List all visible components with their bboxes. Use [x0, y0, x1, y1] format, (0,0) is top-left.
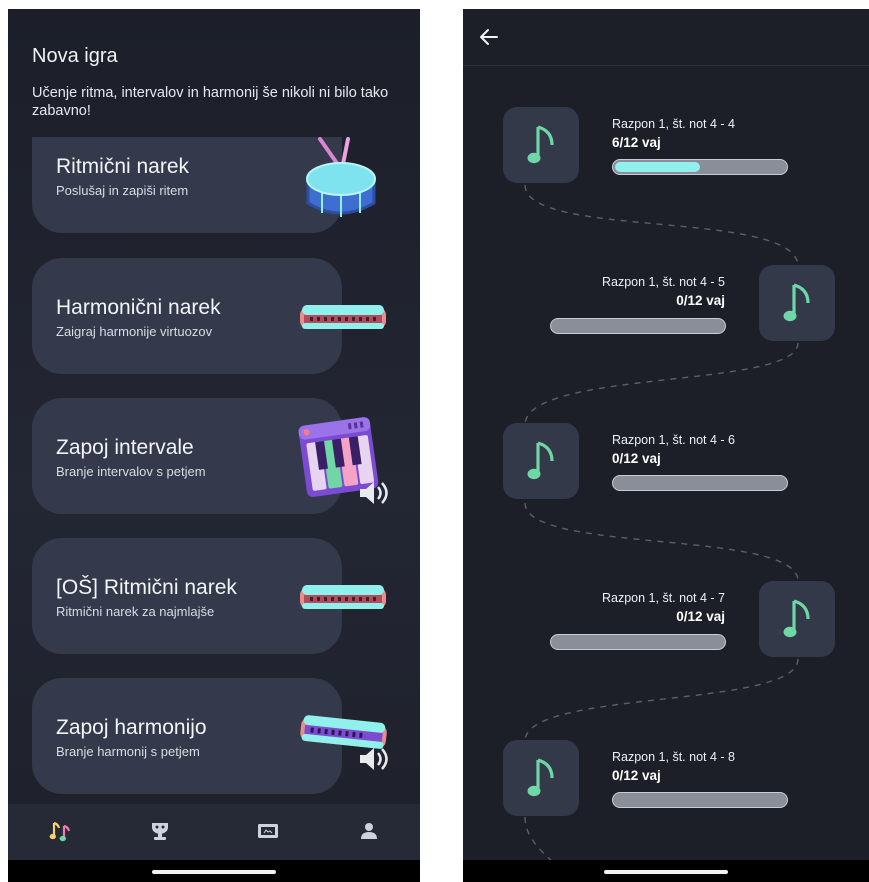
trophy-icon	[152, 823, 168, 840]
level-label: Razpon 1, št. not 4 - 5	[602, 275, 725, 289]
system-home-area	[463, 860, 869, 882]
level-count: 0/12 vaj	[676, 609, 725, 624]
nav-tab-profile[interactable]	[354, 818, 384, 844]
music-notes-icon	[49, 821, 71, 842]
nav-tab-trophies[interactable]	[145, 818, 175, 844]
user-icon	[361, 823, 377, 839]
level-progress-bar	[550, 634, 726, 650]
card-subtitle: Branje intervalov s petjem	[56, 464, 206, 479]
level-count: 0/12 vaj	[612, 768, 661, 783]
card-subtitle: Ritmični narek za najmlajše	[56, 604, 215, 619]
certificate-icon	[258, 824, 278, 838]
game-card-rhythm-dictation[interactable]: Ritmični narek Poslušaj in zapiši ritem	[32, 137, 342, 233]
music-note-icon	[783, 283, 810, 322]
piano-speaker-icon	[298, 417, 388, 504]
music-note-icon	[527, 441, 554, 480]
level-tile-4[interactable]	[759, 581, 835, 657]
new-game-screen: Nova igra Učenje ritma, intervalov in ha…	[8, 9, 420, 882]
bottom-navigation	[8, 804, 420, 860]
level-label: Razpon 1, št. not 4 - 7	[602, 591, 725, 605]
card-title: Ritmični narek	[56, 155, 190, 178]
system-home-area	[8, 860, 420, 882]
level-label: Razpon 1, št. not 4 - 6	[612, 433, 735, 447]
card-subtitle: Zaigraj harmonije virtuozov	[56, 324, 213, 339]
music-note-icon	[783, 599, 810, 638]
level-label: Razpon 1, št. not 4 - 4	[612, 117, 735, 131]
music-note-icon	[527, 125, 554, 164]
home-indicator[interactable]	[604, 870, 728, 874]
harmonica-speaker-icon	[300, 715, 388, 770]
card-title: Harmonični narek	[56, 296, 221, 319]
drum-icon	[306, 137, 376, 217]
nav-tab-certificates[interactable]	[253, 818, 283, 844]
level-path-screen: Razpon 1, št. not 4 - 4 6/12 vaj Razpon …	[463, 9, 869, 882]
level-progress-bar	[550, 318, 726, 334]
level-count: 0/12 vaj	[612, 451, 661, 466]
level-progress-bar	[612, 475, 788, 491]
level-tile-5[interactable]	[503, 740, 579, 816]
card-subtitle: Poslušaj in zapiši ritem	[56, 183, 189, 198]
home-indicator[interactable]	[152, 870, 276, 874]
level-progress-bar	[612, 159, 788, 175]
level-tile-1[interactable]	[503, 107, 579, 183]
level-count: 0/12 vaj	[676, 293, 725, 308]
level-tile-2[interactable]	[759, 265, 835, 341]
level-count: 6/12 vaj	[612, 135, 661, 150]
page-subtitle: Učenje ritma, intervalov in harmonij še …	[32, 85, 389, 119]
harmonica-icon	[300, 585, 386, 609]
level-tile-3[interactable]	[503, 423, 579, 499]
card-title: [OŠ] Ritmični narek	[56, 576, 237, 599]
card-subtitle: Branje harmonij s petjem	[56, 744, 200, 759]
card-title: Zapoj intervale	[56, 436, 194, 459]
harmonica-icon	[300, 305, 386, 329]
nav-tab-games[interactable]	[46, 818, 76, 844]
level-label: Razpon 1, št. not 4 - 8	[612, 750, 735, 764]
progress-fill	[615, 162, 700, 172]
page-title: Nova igra	[32, 45, 118, 67]
card-title: Zapoj harmonijo	[56, 716, 207, 739]
level-progress-bar	[612, 792, 788, 808]
music-note-icon	[527, 758, 554, 797]
